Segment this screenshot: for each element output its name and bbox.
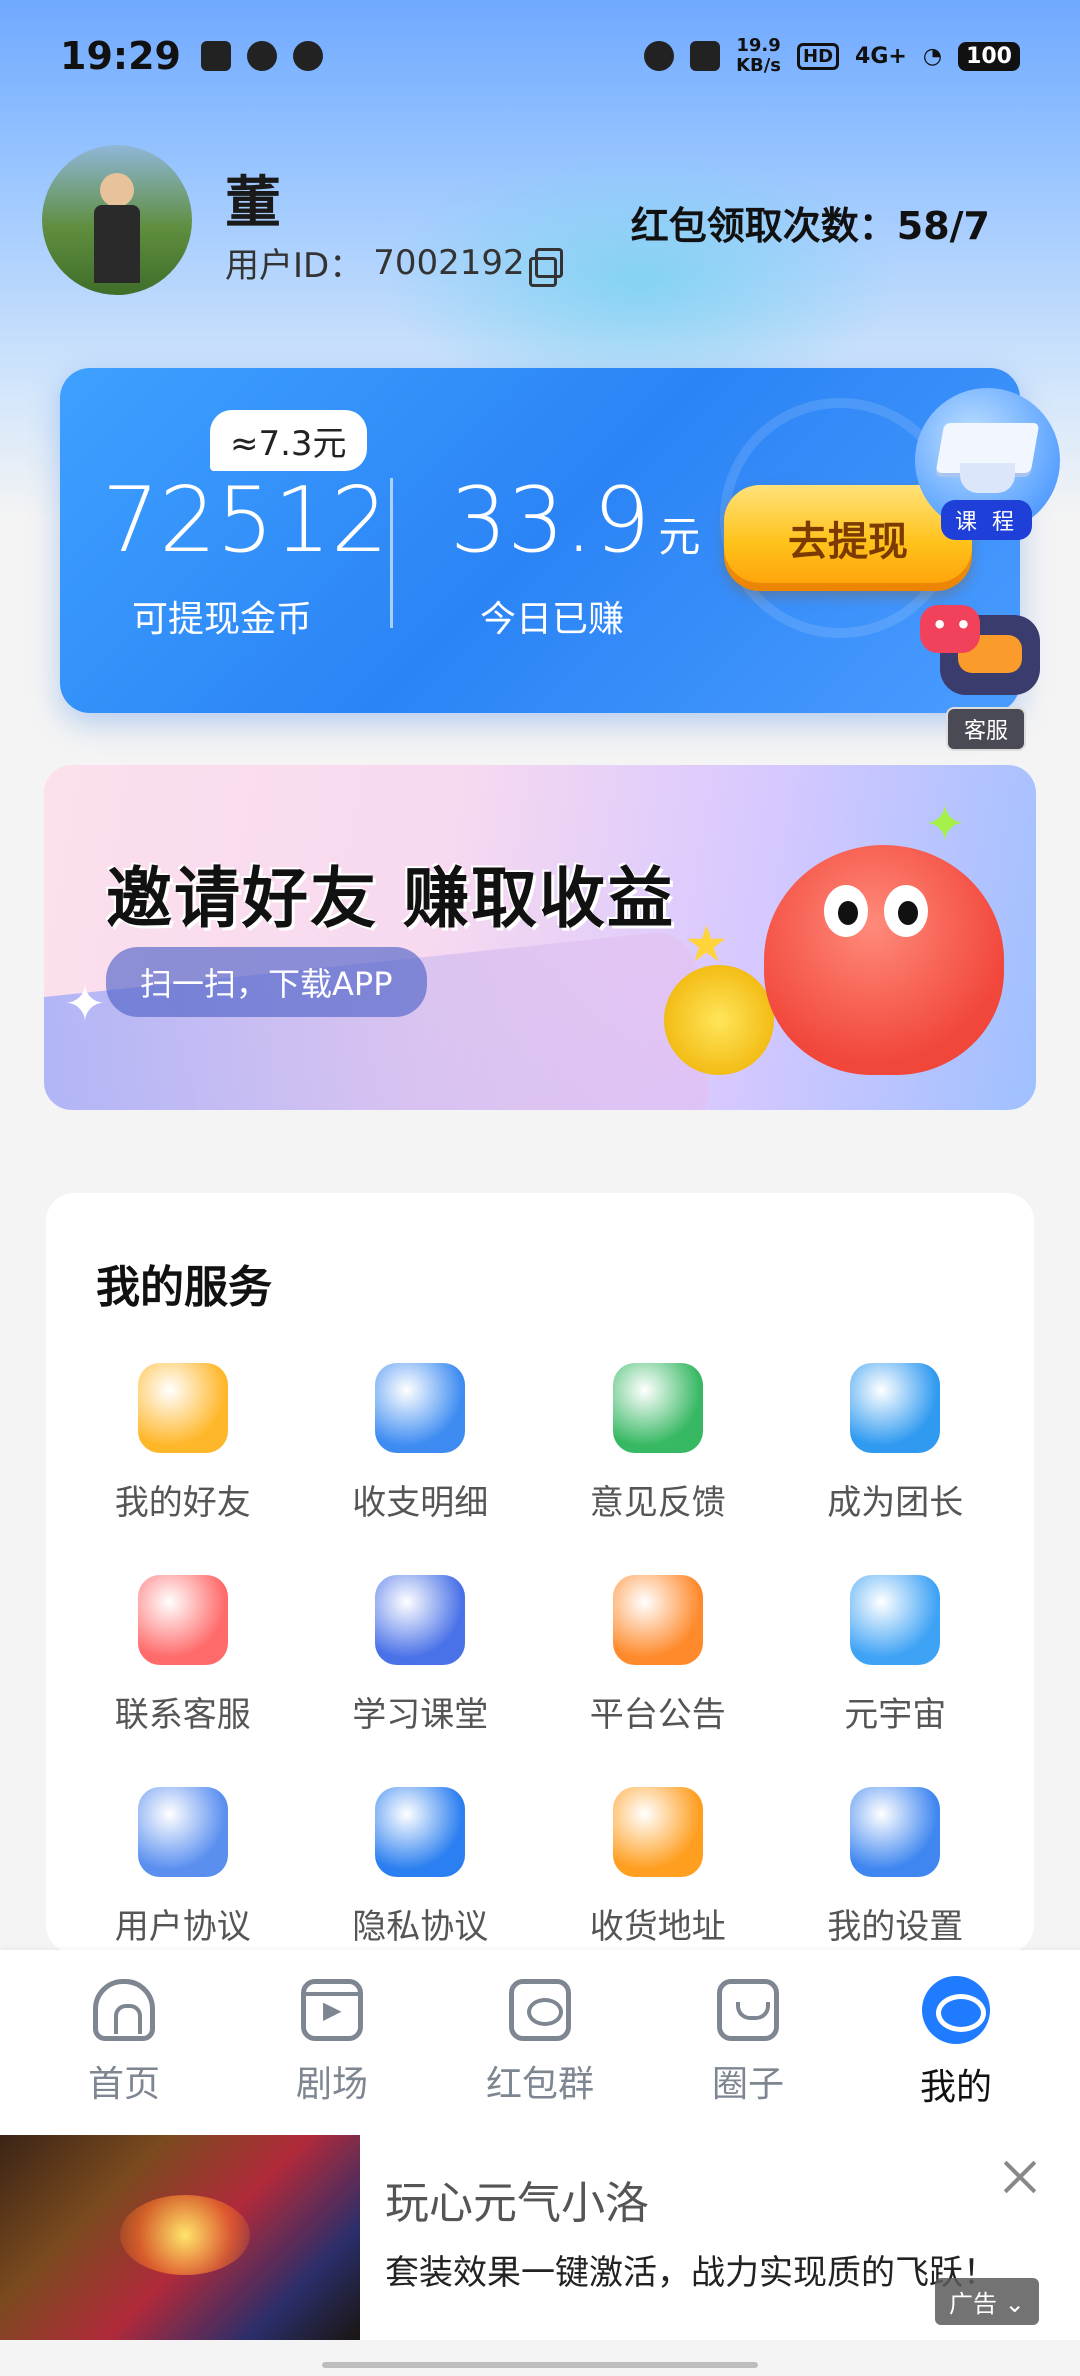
redpacket-count: 红包领取次数：58/7	[630, 204, 990, 248]
service-label: 元宇宙	[844, 1695, 947, 1735]
nav-home[interactable]: 首页	[34, 1978, 214, 2107]
user-name: 董	[225, 171, 281, 236]
service-label: 客服	[946, 707, 1027, 751]
service-label: 我的设置	[827, 1907, 964, 1947]
signal-icon: 4G+	[855, 43, 907, 69]
friends-icon	[137, 1363, 228, 1453]
coins-value: 72512	[102, 468, 389, 573]
settings-gear-icon	[850, 1787, 941, 1877]
service-item[interactable]: 我的设置	[777, 1787, 1015, 1959]
wifi-icon: ◔	[922, 43, 943, 69]
user-id-value: 7002192	[373, 242, 525, 283]
chat-icon	[137, 1575, 228, 1665]
service-label: 联系客服	[114, 1695, 251, 1735]
service-label: 收货地址	[589, 1907, 726, 1947]
theater-icon	[301, 1978, 363, 2041]
mascot-illustration	[764, 845, 1004, 1075]
books-icon	[375, 1575, 466, 1665]
service-label: 隐私协议	[352, 1907, 489, 1947]
banner-title: 邀请好友 赚取收益	[106, 860, 675, 937]
privacy-shield-icon	[375, 1787, 466, 1877]
ad-description: 套装效果一键激活，战力实现质的飞跃！	[385, 2253, 997, 2293]
home-icon	[93, 1978, 155, 2041]
course-label: 课 程	[941, 500, 1032, 540]
leader-icon	[850, 1363, 941, 1453]
system-indicators: 19.9 KB/s HD 4G+ ◔ 100	[644, 36, 1020, 76]
service-label: 我的好友	[114, 1483, 251, 1523]
user-id-row: 用户ID： 7002192	[225, 238, 563, 287]
earned-today-label: 今日已赚	[480, 599, 625, 640]
services-title: 我的服务	[96, 1262, 272, 1313]
service-label: 学习课堂	[352, 1695, 489, 1735]
notification-icons	[200, 41, 323, 71]
profile-icon	[922, 1975, 990, 2044]
customer-service-float-button[interactable]: 客服	[920, 605, 1060, 751]
service-item[interactable]: 联系客服	[64, 1575, 302, 1747]
globe-icon	[850, 1575, 941, 1665]
service-item[interactable]: 收支明细	[302, 1363, 540, 1535]
mute-bell-icon	[690, 41, 721, 71]
clipboard-icon	[200, 41, 231, 71]
coins-label: 可提现金币	[131, 599, 312, 640]
services-card: 我的服务 我的好友 收支明细 意见反馈 成为团长联系客服 学习课堂 平台公告 元宇宙用户协议…	[46, 1193, 1034, 1953]
alarm-icon	[644, 41, 675, 71]
close-icon[interactable]	[995, 2153, 1045, 2203]
announcement-icon	[612, 1575, 703, 1665]
ad-thumbnail	[0, 2135, 360, 2340]
scan-download-pill: 扫一扫，下载APP	[106, 947, 427, 1017]
service-item[interactable]: 意见反馈	[539, 1363, 777, 1535]
service-item[interactable]: 收货地址	[539, 1787, 777, 1959]
agreement-icon	[137, 1787, 228, 1877]
home-indicator[interactable]	[322, 2362, 758, 2368]
network-speed: 19.9 KB/s	[736, 35, 782, 76]
nav-mine[interactable]: 我的	[866, 1975, 1046, 2110]
divider	[390, 478, 393, 628]
service-item[interactable]: 我的好友	[64, 1363, 302, 1535]
course-float-button[interactable]: 课 程	[915, 388, 1065, 540]
service-item[interactable]: 平台公告	[539, 1575, 777, 1747]
status-bar: 19:29 19.9 KB/s HD 4G+ ◔ 100	[0, 0, 1080, 112]
invite-banner[interactable]: 邀请好友 赚取收益 扫一扫，下载APP ★ ✦ ✦	[44, 765, 1036, 1110]
service-item[interactable]: 学习课堂	[302, 1575, 540, 1747]
ad-banner[interactable]: 玩心元气小洛 套装效果一键激活，战力实现质的飞跃！ 广告 ⌄	[0, 2135, 1080, 2340]
service-label: 意见反馈	[589, 1483, 726, 1523]
service-label: 用户协议	[114, 1907, 251, 1947]
ledger-icon	[375, 1363, 466, 1453]
service-label: 平台公告	[589, 1695, 726, 1735]
service-item[interactable]: 隐私协议	[302, 1787, 540, 1959]
chat-bubble-icon	[920, 605, 980, 653]
service-item[interactable]: 元宇宙	[777, 1575, 1015, 1747]
chevron-down-icon: ⌄	[1004, 2290, 1025, 2318]
earned-today-value: 33.9 元	[450, 468, 701, 573]
battery-icon: 100	[958, 41, 1020, 71]
earned-unit: 元	[658, 512, 701, 561]
location-pin-icon	[612, 1787, 703, 1877]
user-id-label: 用户ID：	[225, 246, 364, 286]
coin-icon	[664, 965, 774, 1075]
copy-icon[interactable]	[528, 247, 563, 287]
approx-value-badge: ≈7.3元	[210, 410, 367, 471]
nav-circle[interactable]: 圈子	[658, 1978, 838, 2107]
service-grid: 我的好友 收支明细 意见反馈 成为团长联系客服 学习课堂 平台公告 元宇宙用户协议 隐私协议 收…	[64, 1363, 1014, 1959]
avatar[interactable]	[42, 145, 192, 295]
nav-redpacket-group[interactable]: 红包群	[450, 1978, 630, 2107]
ad-tag[interactable]: 广告 ⌄	[935, 2278, 1039, 2325]
service-label: 成为团长	[827, 1483, 964, 1523]
bag-icon	[717, 1978, 779, 2041]
status-time: 19:29	[60, 34, 181, 78]
nav-theater[interactable]: 剧场	[242, 1978, 422, 2107]
sparkle-icon: ✦	[64, 975, 106, 1033]
service-item[interactable]: 成为团长	[777, 1363, 1015, 1535]
redpacket-icon	[509, 1978, 571, 2041]
bottom-nav: 首页 剧场 红包群 圈子 我的	[0, 1950, 1080, 2135]
wallet-card: ≈7.3元 72512 可提现金币 33.9 元 今日已赚 去提现	[60, 368, 1020, 713]
service-item[interactable]: 用户协议	[64, 1787, 302, 1959]
feedback-icon	[612, 1363, 703, 1453]
service-label: 收支明细	[352, 1483, 489, 1523]
hd-icon: HD	[797, 42, 840, 70]
wechat-icon	[246, 41, 277, 71]
ad-title: 玩心元气小洛	[385, 2178, 649, 2229]
star-icon: ✦	[924, 795, 966, 853]
cloud-icon	[292, 41, 323, 71]
